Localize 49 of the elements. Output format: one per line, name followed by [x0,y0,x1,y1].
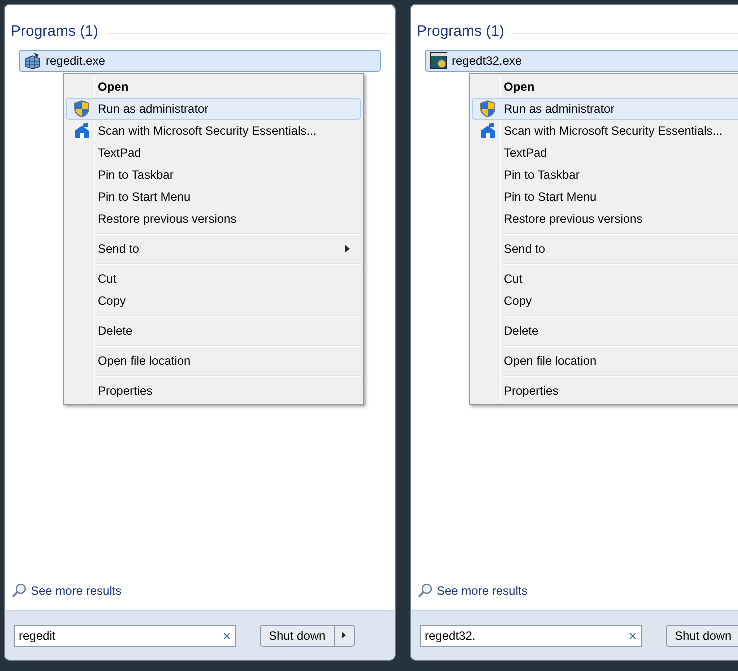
clear-button[interactable]: × [628,628,637,642]
menu-item[interactable]: Copy [66,290,361,312]
menu-item[interactable]: Pin to Taskbar [66,164,361,186]
menu-item[interactable]: Restore previous versions [66,208,361,230]
house-icon [480,122,496,138]
window-icon [430,52,448,70]
menu-item[interactable]: Send to [472,238,738,260]
house-icon [74,122,90,138]
clear-button[interactable]: × [222,628,231,642]
triangle-icon [342,632,346,639]
menu-item[interactable]: Properties [472,380,738,402]
menu-item[interactable]: Run as administrator [66,98,361,120]
menu-item[interactable]: Restore previous versions [472,208,738,230]
menu-item[interactable]: Copy [472,290,738,312]
menu-item[interactable]: Properties [66,380,361,402]
program-item[interactable]: regedt32.exe [425,50,738,72]
shut-down-button[interactable]: Shut down [666,624,738,646]
menu-item[interactable]: Cut [66,268,361,290]
submenu-arrow-icon [345,244,350,252]
shut-down-button[interactable]: Shut down [260,624,335,646]
search-icon [417,583,433,599]
program-item[interactable]: regedit.exe [19,50,381,72]
search-icon [11,583,27,599]
search-field[interactable]: regedit × [14,624,236,646]
shut-down-options-button[interactable] [334,624,355,646]
cube-icon [24,52,42,70]
menu-item[interactable]: Scan with Microsoft Security Essentials... [472,120,738,142]
menu-item[interactable]: Scan with Microsoft Security Essentials... [66,120,361,142]
menu-item[interactable]: Run as administrator [472,98,738,120]
menu-item[interactable]: Open [66,76,361,98]
menu-item[interactable]: TextPad [66,142,361,164]
see-more-results-link[interactable]: See more results [437,582,528,600]
section-heading: Programs (1) [417,22,505,42]
menu-item[interactable]: Pin to Start Menu [66,186,361,208]
menu-item[interactable]: Open [472,76,738,98]
menu-item[interactable]: Pin to Taskbar [472,164,738,186]
see-more-results-link[interactable]: See more results [31,582,122,600]
shield-icon [480,100,496,118]
menu-item[interactable]: Open file location [472,350,738,372]
section-heading: Programs (1) [11,22,99,42]
menu-item[interactable]: TextPad [472,142,738,164]
menu-item[interactable]: Send to [66,238,361,260]
search-field[interactable]: regedt32. × [420,624,642,646]
menu-item[interactable]: Cut [472,268,738,290]
menu-item[interactable]: Delete [66,320,361,342]
menu-item[interactable]: Pin to Start Menu [472,186,738,208]
menu-item[interactable]: Open file location [66,350,361,372]
menu-item[interactable]: Delete [472,320,738,342]
shield-icon [74,100,90,118]
